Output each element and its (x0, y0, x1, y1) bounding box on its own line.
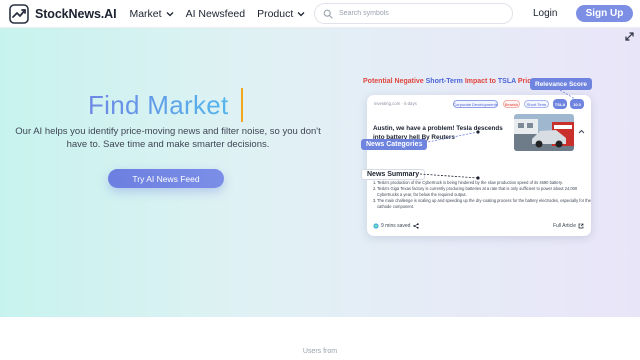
tag-ticker: TSLA (553, 99, 567, 109)
news-card: investing.com · 5 days Corporate Develop… (367, 95, 591, 236)
news-categories-callout: News Categories (361, 139, 428, 150)
search-box[interactable] (314, 3, 513, 24)
nav-product-label: Product (257, 7, 294, 20)
summary-point-text: Tesla's Giga Texas factory is currently … (377, 186, 578, 197)
users-from-label: Users from (302, 348, 338, 355)
external-link-icon (578, 223, 584, 229)
expand-icon[interactable] (624, 31, 635, 42)
share-icon[interactable] (413, 223, 419, 229)
nav-product[interactable]: Product (257, 8, 305, 20)
chevron-down-icon (166, 11, 174, 16)
news-thumbnail (514, 114, 574, 151)
time-saved-text: 9 mins saved (381, 223, 411, 229)
tag-short-term: Short Term (524, 100, 549, 108)
impact-title-term: Short-Term (425, 78, 463, 85)
tag-relevance-score: 10.0 (570, 99, 584, 109)
news-source: investing.com · 5 days (374, 101, 417, 106)
relevance-score-callout: Relevance Score (530, 78, 593, 90)
time-saved: 9 mins saved (373, 223, 410, 229)
nav-ai-newsfeed-label: AI Newsfeed (185, 7, 246, 20)
time-saved-icon (373, 223, 379, 229)
news-summary-list: 1. Tesla's production of the Cybertruck … (373, 180, 591, 210)
main-nav: Market AI Newsfeed Product (129, 8, 317, 20)
summary-point-number: 2. (373, 186, 377, 191)
search-input[interactable] (339, 10, 499, 17)
stocknews-logo-icon (9, 3, 29, 24)
login-link[interactable]: Login (533, 8, 557, 19)
impact-title-negative: Potential Negative (363, 78, 424, 85)
tag-corporate-developments: Corporate Developments (453, 100, 498, 108)
nav-market[interactable]: Market (129, 7, 174, 20)
impact-title-ticker: TSLA (497, 78, 516, 85)
news-summary-callout: News Summary (361, 169, 426, 180)
summary-point: 2. Tesla's Giga Texas factory is current… (373, 186, 591, 198)
nav-ai-newsfeed[interactable]: AI Newsfeed (186, 8, 246, 20)
nav-market-label: Market (129, 7, 162, 20)
chevron-up-icon[interactable] (578, 128, 585, 135)
summary-point-text: The main challenge is scaling up and spe… (377, 198, 591, 209)
chevron-down-icon (297, 11, 305, 16)
impact-title: Potential Negative Short-Term Impact to … (363, 78, 535, 85)
typing-caret (241, 88, 243, 122)
logo[interactable]: StockNews.AI (9, 3, 117, 24)
search-icon (323, 9, 333, 19)
hero-title: Find Market (88, 90, 229, 120)
hero-subtitle: Our AI helps you identify price-moving n… (15, 126, 321, 150)
tag-bearish: Bearish (503, 100, 520, 108)
try-ai-news-feed-button[interactable]: Try AI News Feed (108, 169, 224, 188)
top-nav-bar: StockNews.AI Market AI Newsfeed Product … (0, 0, 640, 28)
summary-point: 3. The main challenge is scaling up and … (373, 198, 591, 210)
summary-point-number: 3. (373, 198, 377, 203)
full-article-label: Full Article (553, 223, 577, 229)
logo-text: StockNews.AI (35, 6, 117, 21)
signup-button[interactable]: Sign Up (576, 5, 633, 22)
impact-title-impact: Impact to (464, 78, 496, 85)
full-article-link[interactable]: Full Article (553, 223, 584, 229)
